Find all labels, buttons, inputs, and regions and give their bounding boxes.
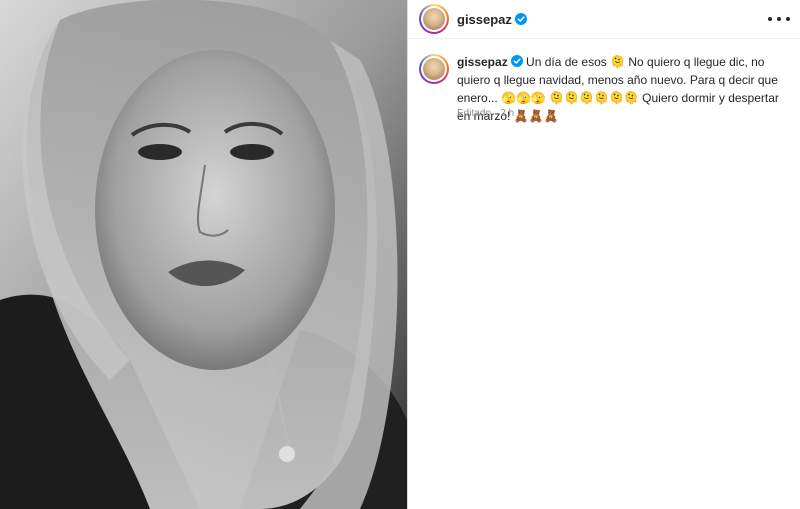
verified-badge-icon: [514, 13, 527, 25]
more-options-icon[interactable]: [768, 10, 790, 28]
caption-avatar[interactable]: [419, 54, 449, 84]
post-details-panel: gissepaz gissepaz Un día de esos 🫠 No qu…: [408, 0, 800, 509]
instagram-post: gissepaz gissepaz Un día de esos 🫠 No qu…: [0, 0, 800, 509]
meta-separator: ·: [493, 108, 498, 119]
avatar-image: [423, 58, 445, 80]
timestamp[interactable]: 2 h: [500, 108, 514, 119]
username-text[interactable]: gissepaz: [457, 12, 512, 27]
header-username[interactable]: gissepaz: [457, 12, 527, 27]
header-avatar[interactable]: [419, 4, 449, 34]
post-photo[interactable]: [0, 0, 407, 509]
edited-label: Editado: [457, 108, 491, 119]
post-meta: Editado · 2 h: [457, 108, 514, 119]
verified-badge-icon: [510, 55, 523, 67]
caption-username[interactable]: gissepaz: [457, 55, 508, 69]
avatar-image: [423, 8, 445, 30]
selfie-image: [0, 0, 407, 509]
post-header: gissepaz: [408, 0, 800, 39]
